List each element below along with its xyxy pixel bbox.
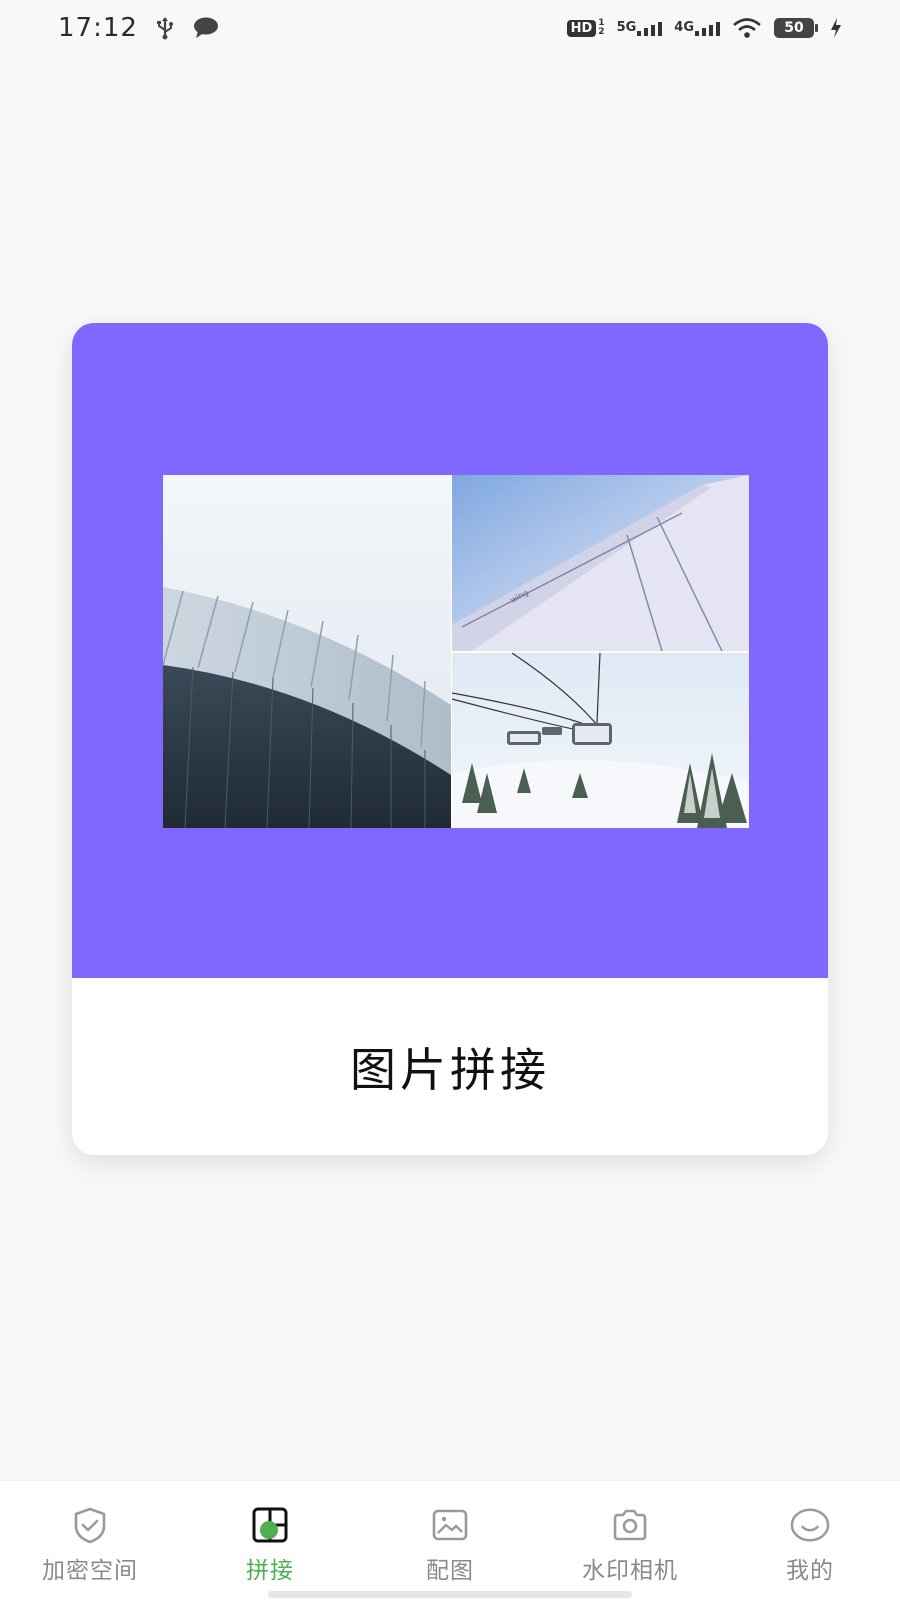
smile-icon	[790, 1505, 830, 1545]
nav-label: 我的	[786, 1558, 834, 1584]
charging-icon	[830, 17, 842, 39]
sim2-network: 4G	[674, 20, 694, 35]
bottom-nav: 加密空间 拼接 配图 水印相机 我的	[0, 1480, 900, 1600]
usb-icon	[154, 16, 176, 40]
camera-icon	[610, 1505, 650, 1545]
airplane-wing-photo: wing	[452, 475, 749, 651]
signal-4g-icon: 4G	[674, 20, 720, 36]
nav-label: 加密空间	[42, 1558, 138, 1584]
nav-label: 水印相机	[582, 1558, 678, 1584]
card-banner: wing	[72, 323, 828, 978]
wifi-icon	[732, 17, 762, 39]
nav-item-encrypted-space[interactable]: 加密空间	[0, 1481, 180, 1600]
nav-label: 配图	[426, 1558, 474, 1584]
hd-label: HD	[566, 19, 597, 37]
nav-label: 拼接	[246, 1558, 294, 1584]
image-icon	[430, 1505, 470, 1545]
home-indicator[interactable]	[268, 1591, 632, 1598]
architecture-photo	[163, 475, 451, 828]
card-title: 图片拼接	[350, 1042, 550, 1097]
nav-item-illustration[interactable]: 配图	[360, 1481, 540, 1600]
nav-item-mine[interactable]: 我的	[720, 1481, 900, 1600]
sim1-network: 5G	[616, 20, 637, 35]
nav-item-collage[interactable]: 拼接	[180, 1481, 360, 1600]
collage-preview: wing	[163, 475, 749, 828]
ski-lift-photo	[452, 653, 749, 828]
collage-icon	[250, 1505, 290, 1545]
nav-item-watermark-camera[interactable]: 水印相机	[540, 1481, 720, 1600]
battery-icon: 50	[774, 18, 818, 38]
shield-check-icon	[70, 1505, 110, 1545]
hd-icon: HD 12	[566, 19, 605, 37]
status-time: 17:12	[58, 13, 138, 43]
chat-bubble-icon	[192, 16, 220, 40]
status-bar: 17:12 HD 12 5G 4G 50	[0, 0, 900, 56]
collage-feature-card[interactable]: wing 图片拼接	[72, 323, 828, 1155]
signal-5g-icon: 5G	[617, 20, 663, 36]
battery-level: 50	[774, 18, 814, 38]
